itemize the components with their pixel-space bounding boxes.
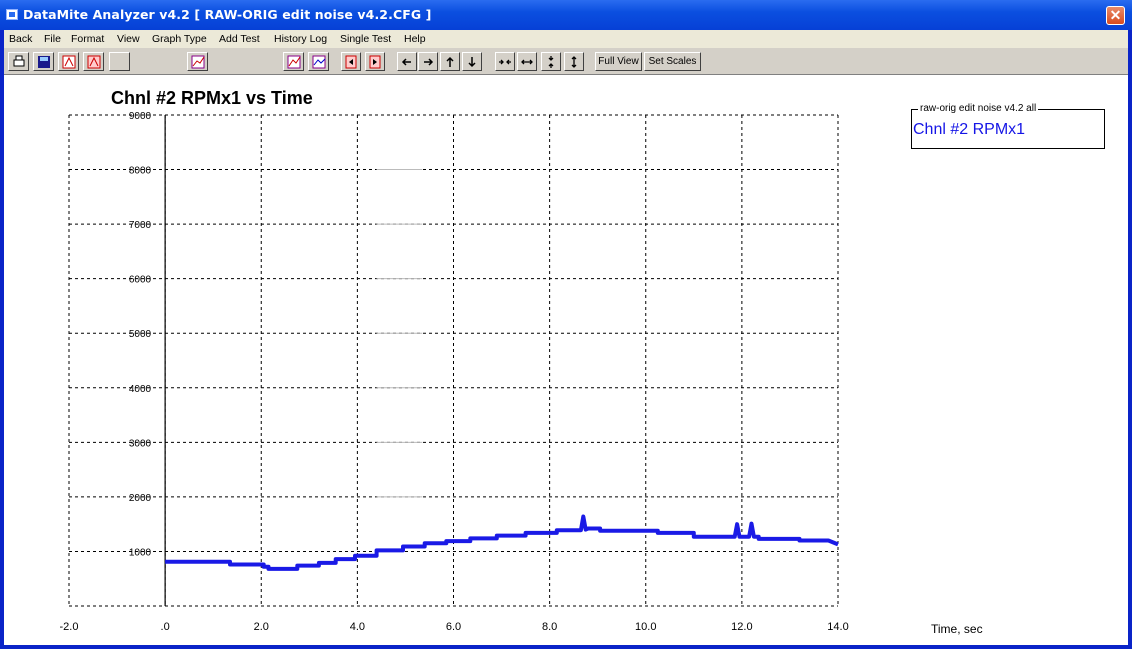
full-view-button[interactable]: Full View bbox=[595, 52, 642, 71]
title-bar: DataMite Analyzer v4.2 [ RAW-ORIG edit n… bbox=[0, 0, 1132, 30]
menu-back[interactable]: Back bbox=[9, 33, 32, 45]
y-tick-label: 6000 bbox=[129, 275, 152, 286]
save-button[interactable] bbox=[33, 52, 54, 71]
compress-vertical-button[interactable] bbox=[541, 52, 561, 71]
menu-single-test[interactable]: Single Test bbox=[340, 33, 391, 45]
zoom-graph-button[interactable] bbox=[283, 52, 304, 71]
arrow-down-icon bbox=[468, 57, 476, 68]
menu-help[interactable]: Help bbox=[404, 33, 426, 45]
blank-icon bbox=[112, 54, 128, 70]
page-left-button[interactable] bbox=[341, 52, 361, 71]
legend-box: raw-orig edit noise v4.2 all Chnl #2 RPM… bbox=[911, 103, 1105, 149]
x-tick-label: 2.0 bbox=[254, 621, 269, 633]
overlay-graph-button[interactable] bbox=[308, 52, 329, 71]
y-tick-label: 2000 bbox=[129, 493, 152, 504]
x-tick-label: 10.0 bbox=[635, 621, 656, 633]
zoom-graph-icon bbox=[287, 55, 300, 69]
close-button[interactable]: ✕ bbox=[1106, 6, 1125, 25]
toolbar: Full View Set Scales bbox=[4, 48, 1128, 75]
page-left-icon bbox=[345, 55, 357, 69]
x-tick-label: 4.0 bbox=[350, 621, 365, 633]
page-right-button[interactable] bbox=[365, 52, 385, 71]
y-tick-label: 7000 bbox=[129, 220, 152, 231]
chart-red-b-icon bbox=[87, 55, 100, 69]
expand-vertical-button[interactable] bbox=[564, 52, 584, 71]
window-title: DataMite Analyzer v4.2 [ RAW-ORIG edit n… bbox=[23, 7, 432, 22]
set-scales-button[interactable]: Set Scales bbox=[644, 52, 701, 71]
x-tick-label: 8.0 bbox=[542, 621, 557, 633]
page-right-icon bbox=[369, 55, 381, 69]
menu-history-log[interactable]: History Log bbox=[274, 33, 327, 45]
y-tick-label: 5000 bbox=[129, 329, 152, 340]
save-icon bbox=[37, 56, 50, 68]
arrow-left-button[interactable] bbox=[397, 52, 417, 71]
compress-horizontal-icon bbox=[499, 59, 511, 65]
chart-red-a-icon bbox=[62, 55, 75, 69]
printer-icon bbox=[13, 55, 24, 67]
graph-type-button[interactable] bbox=[187, 52, 208, 71]
arrow-down-button[interactable] bbox=[462, 52, 482, 71]
x-tick-label: 12.0 bbox=[731, 621, 752, 633]
y-tick-label: 8000 bbox=[129, 166, 152, 177]
blank-button[interactable] bbox=[109, 52, 130, 71]
compress-horizontal-button[interactable] bbox=[495, 52, 515, 71]
chart-title: Chnl #2 RPMx1 vs Time bbox=[111, 88, 313, 108]
menu-bar: Back File Format View Graph Type Add Test Hist… bbox=[4, 30, 1128, 48]
arrow-right-button[interactable] bbox=[418, 52, 438, 71]
arrow-right-icon bbox=[424, 58, 434, 66]
menu-view[interactable]: View bbox=[117, 33, 140, 45]
legend-series-label: Chnl #2 RPMx1 bbox=[913, 121, 1026, 138]
x-tick-label: -2.0 bbox=[60, 621, 79, 633]
chart-red-b-button[interactable] bbox=[83, 52, 104, 71]
arrow-up-icon bbox=[446, 56, 454, 67]
legend-caption: raw-orig edit noise v4.2 all bbox=[918, 103, 1039, 114]
printer-button[interactable] bbox=[8, 52, 29, 71]
compress-vertical-icon bbox=[548, 56, 554, 68]
graph-type-icon bbox=[191, 55, 204, 69]
y-tick-label: 4000 bbox=[129, 384, 152, 395]
x-tick-label: 6.0 bbox=[446, 621, 461, 633]
expand-horizontal-icon bbox=[521, 59, 533, 65]
graph-area: Chnl #2 RPMx1 vs Time 1000 2000 3000 4000 500… bbox=[4, 75, 1128, 645]
menu-add-test[interactable]: Add Test bbox=[219, 33, 260, 45]
expand-vertical-icon bbox=[571, 56, 577, 68]
app-icon bbox=[6, 9, 18, 20]
menu-format[interactable]: Format bbox=[71, 33, 104, 45]
x-tick-label: .0 bbox=[161, 621, 170, 633]
menu-graph-type[interactable]: Graph Type bbox=[152, 33, 207, 45]
arrow-up-button[interactable] bbox=[440, 52, 460, 71]
chart: Chnl #2 RPMx1 vs Time 1000 2000 3000 4000 500… bbox=[60, 88, 983, 636]
chart-red-a-button[interactable] bbox=[58, 52, 79, 71]
expand-horizontal-button[interactable] bbox=[517, 52, 537, 71]
overlay-graph-icon bbox=[312, 55, 325, 69]
menu-file[interactable]: File bbox=[44, 33, 61, 45]
series-line-1 bbox=[165, 514, 839, 571]
y-tick-label: 3000 bbox=[129, 438, 152, 449]
arrow-left-icon bbox=[401, 58, 411, 66]
x-axis-label: Time, sec bbox=[931, 622, 983, 636]
y-tick-label: 9000 bbox=[129, 111, 152, 122]
x-tick-label: 14.0 bbox=[827, 621, 848, 633]
y-tick-label: 1000 bbox=[129, 547, 152, 558]
